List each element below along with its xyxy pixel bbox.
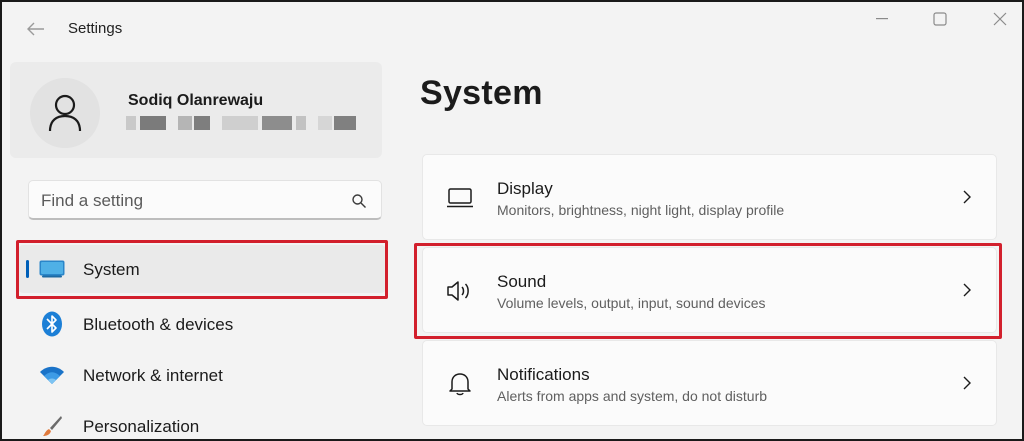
search-icon — [352, 194, 366, 208]
sidebar-item-label: Personalization — [83, 417, 200, 436]
person-icon — [48, 94, 82, 132]
search-box[interactable] — [28, 180, 382, 220]
card-subtitle: Volume levels, output, input, sound devi… — [497, 295, 766, 311]
settings-card-display[interactable]: Display Monitors, brightness, night ligh… — [422, 154, 997, 240]
settings-window: Settings Sodiq Olanrewaju Find a setting… — [0, 0, 1024, 441]
back-arrow-icon — [27, 22, 44, 36]
bluetooth-icon — [38, 311, 66, 337]
back-button[interactable] — [22, 16, 50, 42]
sidebar-item-bluetooth[interactable]: Bluetooth & devices — [18, 300, 386, 348]
chevron-right-icon — [960, 280, 974, 300]
maximize-icon — [933, 12, 947, 26]
maximize-button[interactable] — [918, 8, 962, 30]
close-button[interactable] — [978, 8, 1022, 30]
brush-icon — [38, 414, 66, 438]
minimize-icon — [876, 18, 888, 20]
sidebar-item-label: System — [83, 260, 140, 279]
card-title: Sound — [497, 272, 547, 291]
speaker-icon — [445, 276, 475, 306]
profile-name: Sodiq Olanrewaju — [128, 92, 264, 109]
sidebar-item-system[interactable]: System — [18, 245, 386, 293]
settings-card-notifications[interactable]: Notifications Alerts from apps and syste… — [422, 340, 997, 426]
display-icon — [445, 183, 475, 213]
wifi-icon — [38, 363, 66, 387]
chevron-right-icon — [960, 373, 974, 393]
sidebar-item-label: Bluetooth & devices — [83, 315, 234, 334]
card-subtitle: Monitors, brightness, night light, displ… — [497, 202, 785, 218]
settings-card-sound[interactable]: Sound Volume levels, output, input, soun… — [422, 247, 997, 333]
profile-card[interactable]: Sodiq Olanrewaju — [10, 62, 382, 158]
sidebar-item-label: Network & internet — [83, 366, 223, 385]
close-icon — [993, 12, 1007, 26]
monitor-icon — [38, 257, 66, 281]
sidebar-item-network[interactable]: Network & internet — [18, 351, 386, 399]
chevron-right-icon — [960, 187, 974, 207]
search-input[interactable] — [41, 190, 341, 212]
card-subtitle: Alerts from apps and system, do not dist… — [497, 388, 768, 404]
sidebar-item-personalization[interactable]: Personalization — [18, 402, 386, 439]
avatar — [30, 78, 100, 148]
title-bar: Settings — [2, 2, 1022, 54]
minimize-button[interactable] — [860, 8, 904, 30]
app-title: Settings — [68, 20, 123, 37]
card-title: Notifications — [497, 365, 590, 384]
bell-icon — [445, 369, 475, 399]
card-title: Display — [497, 179, 553, 198]
page-title: System — [420, 74, 543, 112]
selection-indicator — [26, 260, 29, 278]
